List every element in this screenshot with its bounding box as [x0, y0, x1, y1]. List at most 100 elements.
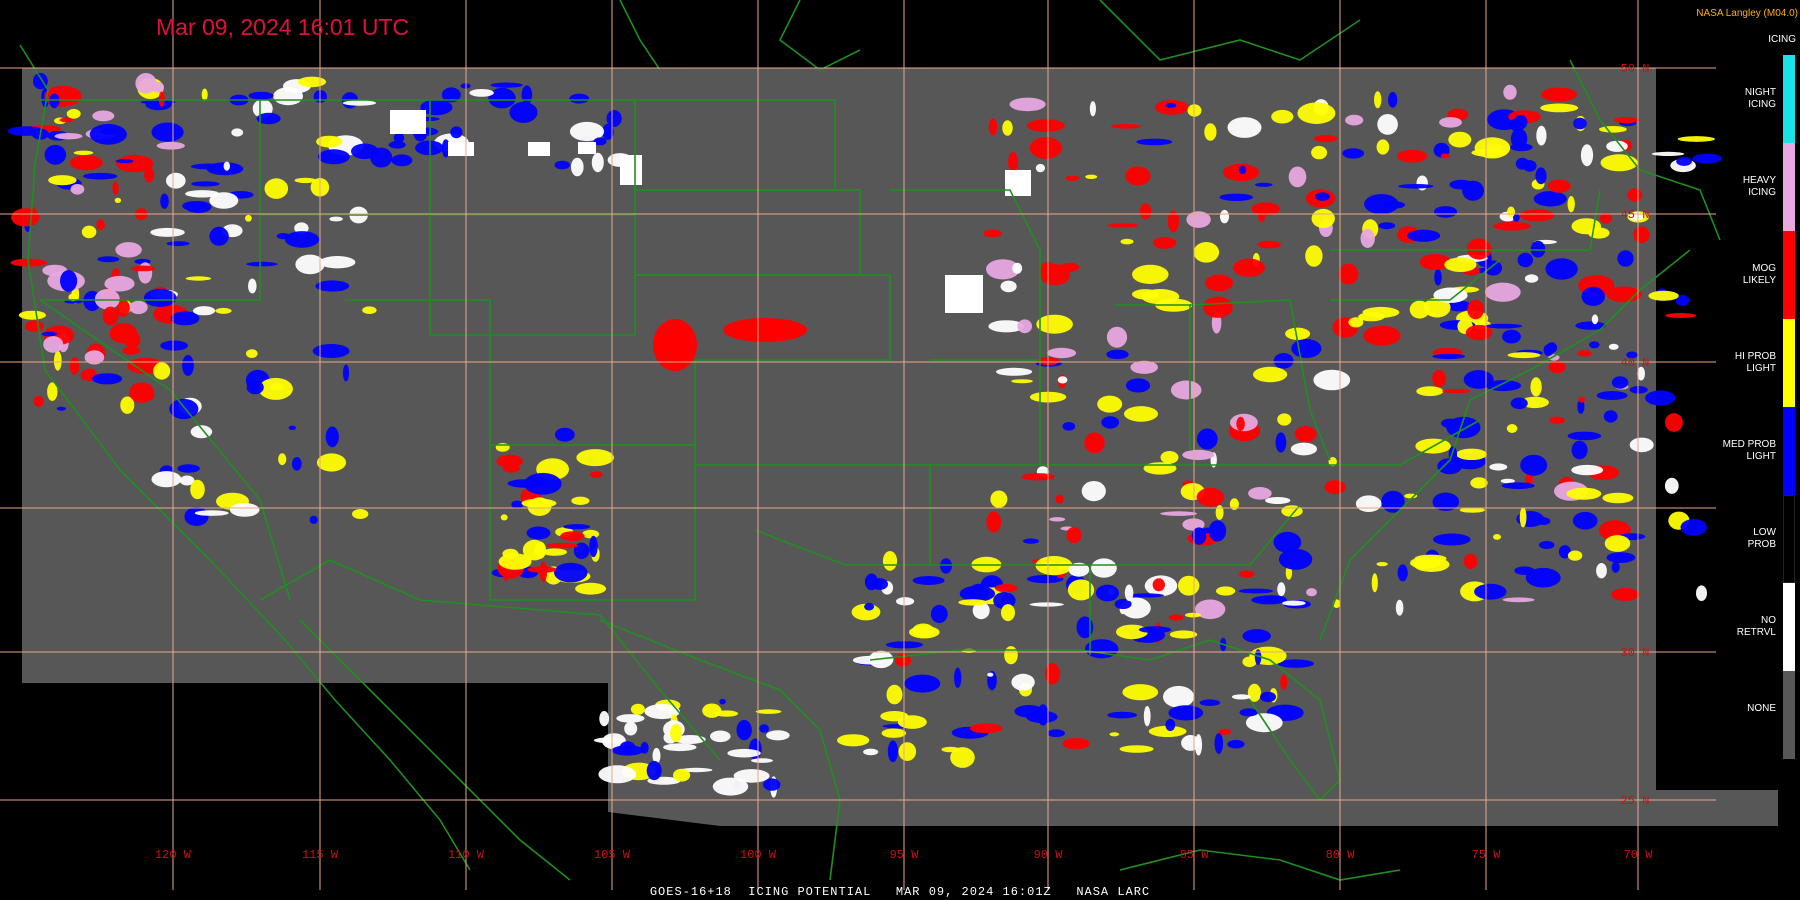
icing-blob [1603, 410, 1618, 423]
icing-blob [450, 126, 463, 139]
icing-blob [715, 710, 739, 717]
icing-blob [509, 101, 538, 123]
icing-blob [1348, 317, 1364, 328]
icing-blob [53, 350, 62, 371]
icing-blob [80, 370, 90, 381]
icing-blob [1566, 487, 1602, 500]
icing-blob [599, 711, 610, 727]
icing-blob [710, 730, 731, 743]
icing-blob [1294, 426, 1317, 443]
legend-label: LOW PROB [1747, 527, 1776, 550]
icing-blob [1170, 380, 1202, 400]
icing-blob [312, 344, 350, 358]
icing-blob [719, 698, 726, 705]
icing-blob [1311, 145, 1328, 160]
icing-blob [1305, 245, 1323, 267]
icing-blob [1081, 481, 1106, 502]
icing-blob [66, 108, 81, 119]
icing-blob [96, 219, 105, 231]
icing-blob [91, 373, 123, 385]
icing-blob [723, 318, 807, 342]
icing-blob [1502, 329, 1521, 344]
icing-blob [7, 126, 45, 136]
icing-blob [1648, 290, 1679, 301]
icing-blob [766, 730, 790, 741]
icing-blob [987, 672, 994, 677]
legend-swatch [1783, 495, 1795, 583]
icing-blob [1138, 626, 1172, 634]
icing-blob [370, 147, 393, 168]
legend-label: NO RETRVL [1736, 615, 1776, 638]
icing-blob [1216, 586, 1236, 596]
icing-blob [1280, 674, 1288, 690]
legend-swatch [1783, 583, 1795, 671]
longitude-label: 70 W [1624, 848, 1654, 862]
icing-blob [969, 583, 989, 601]
icing-blob [246, 380, 264, 395]
icing-blob [44, 144, 67, 165]
coastline [1119, 849, 1401, 881]
icing-blob [1130, 360, 1158, 374]
icing-blob [1484, 282, 1521, 302]
icing-blob [1029, 137, 1063, 159]
icing-blob [115, 242, 142, 258]
icing-blob [1519, 209, 1555, 222]
icing-blob [1047, 347, 1077, 359]
icing-blob [100, 128, 118, 135]
icing-blob [1204, 123, 1217, 141]
icing-blob [1397, 564, 1408, 582]
icing-blob [1645, 390, 1676, 406]
icing-blob [1208, 520, 1227, 542]
icing-blob [209, 226, 229, 246]
coastline [1099, 0, 1361, 61]
icing-blob [1214, 733, 1224, 754]
legend-title: ICING [1768, 34, 1796, 45]
icing-blob [1360, 228, 1375, 248]
icing-blob [112, 181, 119, 195]
icing-blob [278, 453, 287, 466]
icing-blob [1036, 314, 1073, 334]
icing-blob [1257, 240, 1281, 249]
icing-blob [1414, 554, 1447, 563]
icing-blob [1382, 201, 1405, 209]
icing-blob [309, 515, 318, 524]
icing-blob [1439, 117, 1462, 128]
icing-blob [1219, 209, 1230, 224]
no-retrieval-patch [448, 142, 474, 156]
icing-blob [524, 472, 562, 495]
icing-blob [560, 531, 585, 541]
icing-blob [1629, 386, 1648, 394]
icing-blob [1547, 179, 1571, 193]
icing-blob [316, 453, 347, 472]
icing-blob [1218, 728, 1232, 735]
icing-blob [569, 93, 590, 104]
icing-blob [1395, 599, 1404, 616]
icing-blob [1239, 708, 1259, 717]
icing-blob [571, 157, 584, 177]
icing-blob [215, 307, 232, 314]
icing-blob [1355, 495, 1382, 512]
icing-blob [1260, 691, 1276, 703]
icing-blob [1503, 84, 1517, 100]
icing-blob [1535, 167, 1547, 185]
icing-blob [1519, 507, 1527, 528]
icing-blob [1599, 126, 1627, 133]
icing-blob [1434, 269, 1442, 286]
icing-blob [1432, 369, 1446, 388]
icing-blob [1219, 193, 1254, 201]
longitude-label: 120 W [155, 848, 192, 862]
icing-blob [246, 349, 258, 358]
icing-blob [151, 471, 182, 488]
icing-blob [56, 406, 66, 411]
icing-blob [1577, 350, 1592, 357]
icing-blob [1084, 432, 1105, 454]
latitude-label: 45 N [1621, 208, 1650, 222]
icing-blob [245, 214, 252, 222]
icing-blob [1242, 629, 1271, 643]
icing-blob [502, 548, 519, 559]
icing-blob [1456, 448, 1487, 460]
longitude-label: 100 W [740, 848, 777, 862]
icing-blob [1474, 583, 1507, 600]
icing-blob [18, 310, 46, 320]
icing-blob [1540, 87, 1577, 102]
